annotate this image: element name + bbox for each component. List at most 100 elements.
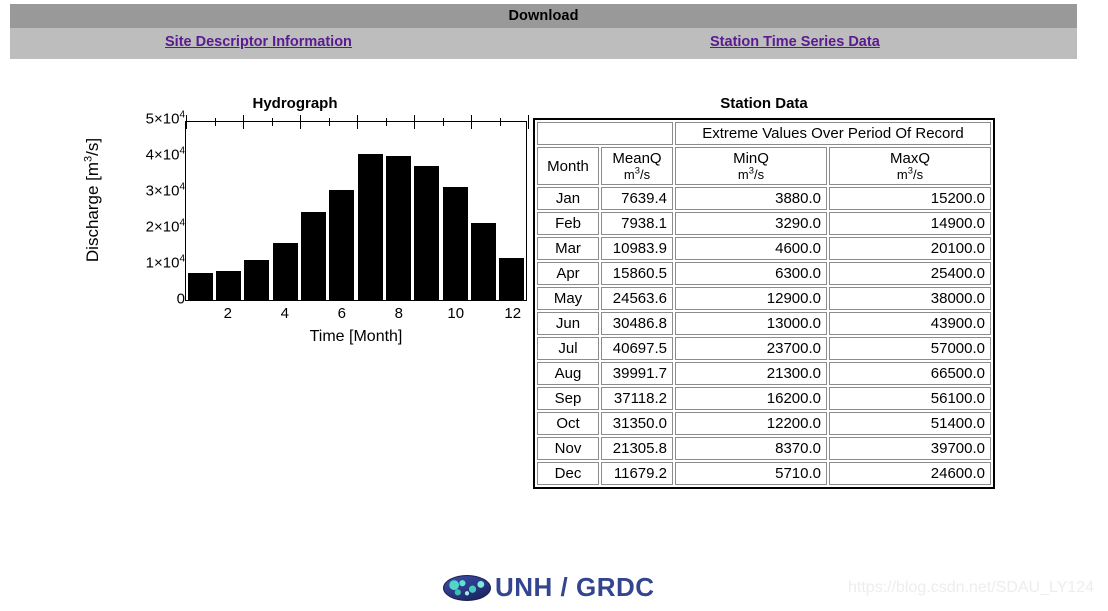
y-tick-label: 2×104: [145, 217, 185, 236]
bar-slot: [299, 122, 327, 300]
bar-apr: [272, 242, 298, 300]
brand-text: UNH / GRDC: [495, 572, 655, 602]
axis-tick: [300, 115, 302, 122]
y-axis-label-suffix: /s]: [83, 137, 102, 156]
cell-minq: 5710.0: [675, 462, 827, 486]
column-header-minq-unit: m3/s: [737, 165, 765, 182]
cell-minq: 16200.0: [675, 387, 827, 411]
cell-minq: 12900.0: [675, 287, 827, 311]
bar-sep: [414, 166, 440, 300]
column-header-meanq-unit: m3/s: [623, 165, 651, 182]
cell-month: Oct: [537, 412, 599, 436]
globe-icon: [443, 574, 491, 601]
column-header-minq: MinQ m3/s: [675, 147, 827, 186]
watermark-text: https://blog.csdn.net/SDAU_LY124: [848, 579, 1095, 596]
axis-tick: [528, 122, 530, 129]
table-row: Feb 7938.1 3290.0 14900.0: [537, 212, 991, 236]
y-tick-label: 4×104: [145, 145, 185, 164]
station-data-table: Extreme Values Over Period Of Record Mon…: [533, 118, 995, 490]
hydrograph-chart: Hydrograph Discharge [m3/s] 5×104 4×104 3×…: [55, 95, 535, 365]
cell-maxq: 38000.0: [829, 287, 991, 311]
axis-tick: [471, 115, 473, 122]
cell-maxq: 57000.0: [829, 337, 991, 361]
x-tick-label: 2: [223, 305, 232, 322]
bar-jun: [329, 190, 355, 300]
axis-tick: [385, 122, 387, 126]
cell-minq: 4600.0: [675, 237, 827, 261]
bar-jul: [357, 153, 383, 300]
bar-slot: [384, 122, 412, 300]
cell-month: Apr: [537, 262, 599, 286]
station-data-panel: Station Data Extreme Values Over Period …: [533, 95, 995, 490]
link-station-time-series-data[interactable]: Station Time Series Data: [710, 34, 880, 50]
y-axis-label: Discharge [m3/s]: [82, 105, 103, 295]
axis-tick: [243, 115, 245, 122]
table-row: Jun 30486.8 13000.0 43900.0: [537, 312, 991, 336]
table-row: Oct 31350.0 12200.0 51400.0: [537, 412, 991, 436]
axis-tick: [357, 115, 359, 122]
cell-minq: 3880.0: [675, 187, 827, 211]
cell-meanq: 7639.4: [601, 187, 673, 211]
cell-month: Jun: [537, 312, 599, 336]
x-axis-label: Time [Month]: [309, 328, 403, 345]
hydrograph-title: Hydrograph: [252, 95, 338, 112]
cell-maxq: 15200.0: [829, 187, 991, 211]
cell-minq: 23700.0: [675, 337, 827, 361]
cell-meanq: 39991.7: [601, 362, 673, 386]
cell-minq: 6300.0: [675, 262, 827, 286]
cell-minq: 13000.0: [675, 312, 827, 336]
axis-tick: [214, 122, 216, 126]
cell-minq: 12200.0: [675, 412, 827, 436]
cell-minq: 3290.0: [675, 212, 827, 236]
cell-month: Feb: [537, 212, 599, 236]
bar-slot: [243, 122, 271, 300]
axis-tick: [328, 118, 330, 122]
y-tick-label: 1×104: [145, 253, 185, 272]
axis-tick: [385, 118, 387, 122]
y-axis-label-prefix: Discharge [m: [83, 161, 102, 263]
download-title: Download: [508, 8, 579, 24]
axis-tick: [214, 118, 216, 122]
bar-slot: [356, 122, 384, 300]
table-row: May 24563.6 12900.0 38000.0: [537, 287, 991, 311]
cell-maxq: 24600.0: [829, 462, 991, 486]
cell-meanq: 15860.5: [601, 262, 673, 286]
bar-may: [301, 211, 326, 300]
cell-meanq: 30486.8: [601, 312, 673, 336]
cell-month: Dec: [537, 462, 599, 486]
axis-tick: [271, 122, 273, 126]
bar-slot: [214, 122, 242, 300]
link-site-descriptor-information[interactable]: Site Descriptor Information: [165, 34, 352, 50]
column-header-maxq: MaxQ m3/s: [829, 147, 991, 186]
cell-meanq: 10983.9: [601, 237, 673, 261]
axis-tick: [300, 122, 302, 129]
cell-month: May: [537, 287, 599, 311]
column-header-meanq: MeanQ m3/s: [601, 147, 673, 186]
bar-slot: [441, 122, 469, 300]
cell-month: Nov: [537, 437, 599, 461]
axis-tick: [442, 122, 444, 126]
footer: UNH / GRDC https://blog.csdn.net/SDAU_LY…: [0, 570, 1108, 611]
x-tick-label: 12: [504, 305, 522, 322]
axis-tick: [271, 118, 273, 122]
cell-month: Mar: [537, 237, 599, 261]
table-row: Jan 7639.4 3880.0 15200.0: [537, 187, 991, 211]
download-link-band: Site Descriptor Information Station Time…: [10, 28, 1077, 59]
axis-tick: [499, 122, 501, 126]
cell-meanq: 24563.6: [601, 287, 673, 311]
table-row: Sep 37118.2 16200.0 56100.0: [537, 387, 991, 411]
table-row: Jul 40697.5 23700.0 57000.0: [537, 337, 991, 361]
cell-minq: 8370.0: [675, 437, 827, 461]
x-tick-label: 10: [447, 305, 465, 322]
bar-oct: [442, 187, 468, 300]
axis-tick: [414, 115, 416, 122]
cell-meanq: 7938.1: [601, 212, 673, 236]
axis-tick: [186, 122, 188, 129]
bar-slot: [186, 122, 214, 300]
cell-maxq: 20100.0: [829, 237, 991, 261]
axis-tick: [414, 122, 416, 129]
cell-maxq: 14900.0: [829, 212, 991, 236]
cell-meanq: 31350.0: [601, 412, 673, 436]
cell-meanq: 11679.2: [601, 462, 673, 486]
axis-tick: [528, 115, 530, 122]
